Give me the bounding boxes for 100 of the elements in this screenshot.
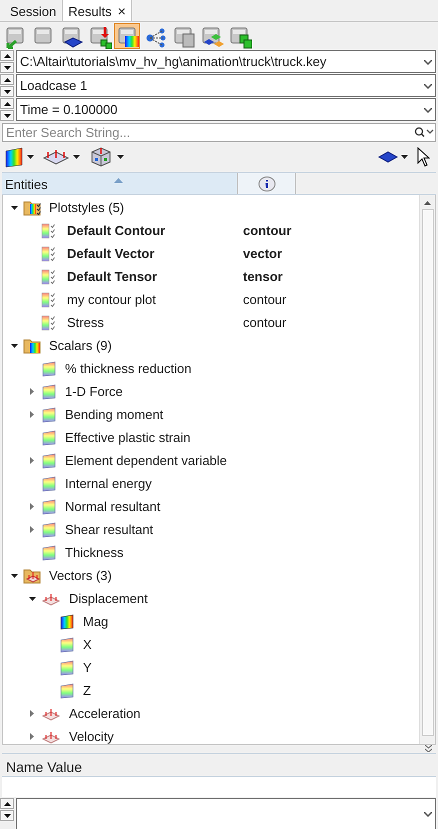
collapsed-icon[interactable] — [30, 411, 34, 418]
spin-down-button[interactable] — [0, 110, 14, 121]
scalar-icon — [41, 384, 57, 400]
expanded-icon[interactable] — [10, 206, 18, 210]
vector-icon — [41, 592, 61, 606]
tree-item[interactable]: Default Tensor tensor — [3, 265, 419, 288]
collapsed-icon[interactable] — [30, 710, 34, 717]
scroll-up-icon[interactable] — [424, 201, 431, 205]
collapsed-icon[interactable] — [30, 457, 34, 464]
layer-cube-icon — [60, 25, 84, 49]
contour-icon — [59, 614, 75, 630]
tree-item[interactable]: Acceleration — [3, 702, 419, 725]
spin-up-button[interactable] — [0, 798, 14, 809]
tree-item[interactable]: Element dependent variable — [3, 449, 419, 472]
scrollbar[interactable] — [419, 195, 435, 744]
spin-down-button[interactable] — [0, 86, 14, 97]
expanded-icon[interactable] — [10, 574, 18, 578]
tree-item[interactable]: Plotstyles (5) — [3, 196, 419, 219]
contour-cube-icon — [116, 25, 140, 49]
collapsed-icon[interactable] — [30, 388, 34, 395]
spin-up-button[interactable] — [0, 50, 14, 61]
tree-item[interactable]: Scalars (9) — [3, 334, 419, 357]
tree-item[interactable]: Mag — [3, 610, 419, 633]
spin-up-button[interactable] — [0, 98, 14, 109]
dropdown-caret-icon — [424, 84, 432, 89]
expanded-icon[interactable] — [28, 596, 36, 600]
expanded-icon[interactable] — [10, 344, 18, 348]
collapsed-icon[interactable] — [30, 733, 34, 740]
caret-icon — [117, 155, 124, 159]
up-arrow-icon — [4, 102, 10, 106]
tree-item[interactable]: % thickness reduction — [3, 357, 419, 380]
tab[interactable]: Session — [4, 0, 62, 21]
scalar-icon — [41, 498, 57, 514]
tree-item[interactable]: X — [3, 633, 419, 656]
spin-down-button[interactable] — [0, 810, 14, 821]
tree-item[interactable]: Default Contour contour — [3, 219, 419, 242]
tree-item[interactable]: Velocity — [3, 725, 419, 744]
collapsed-icon[interactable] — [30, 503, 34, 510]
scalar-icon — [41, 522, 57, 538]
layer-icon — [378, 150, 398, 164]
sort-icon — [114, 178, 123, 184]
up-arrow-icon — [4, 78, 10, 82]
tab[interactable]: Results × — [62, 0, 132, 21]
down-arrow-icon — [4, 90, 10, 94]
toolbar-dropdown[interactable] — [4, 146, 34, 168]
caret-icon — [401, 155, 408, 159]
dropdown[interactable]: C:\Altair\tutorials\mv_hv_hg\animation\truck\truck.key — [16, 50, 436, 73]
tree-item[interactable]: my contour plot contour — [3, 288, 419, 311]
pointer-button[interactable] — [416, 147, 430, 167]
collapse-icon[interactable] — [425, 745, 432, 752]
tree-item[interactable]: Effective plastic strain — [3, 426, 419, 449]
toolbar-dropdown[interactable] — [378, 150, 408, 164]
down-arrow-icon — [4, 814, 10, 818]
boxes-icon — [172, 25, 196, 49]
tree-item[interactable]: 1-D Force — [3, 380, 419, 403]
collapsed-icon[interactable] — [30, 526, 34, 533]
tree-item[interactable]: Default Vector vector — [3, 242, 419, 265]
vector-icon — [41, 730, 61, 744]
scalar-icon — [41, 544, 57, 560]
dropdown[interactable] — [16, 798, 436, 829]
dropdown-caret-icon — [424, 812, 432, 818]
tree-item[interactable]: Displacement — [3, 587, 419, 610]
tree-item[interactable]: Z — [3, 679, 419, 702]
dropdown[interactable]: Loadcase 1 — [16, 74, 436, 97]
spin-up-button[interactable] — [0, 74, 14, 85]
vector-icon — [41, 706, 61, 720]
folder-icon — [23, 337, 41, 354]
search-icon[interactable] — [414, 127, 434, 137]
contour-icon — [4, 146, 24, 168]
tree-item[interactable]: Vectors (3) — [3, 564, 419, 587]
search-field[interactable]: Enter Search String... — [2, 123, 436, 142]
tree-item[interactable]: Y — [3, 656, 419, 679]
caret-icon — [73, 155, 80, 159]
tree-item[interactable]: Stress contour — [3, 311, 419, 334]
add-cube-icon — [88, 25, 112, 49]
scalar-icon — [41, 452, 57, 468]
spin-down-button[interactable] — [0, 62, 14, 73]
scalar-icon — [41, 476, 57, 492]
folder-icon — [23, 199, 41, 216]
down-arrow-icon — [4, 114, 10, 118]
color-blocks-icon — [200, 25, 224, 49]
dropdown-caret-icon — [424, 60, 432, 65]
folder-icon — [23, 567, 41, 584]
close-icon[interactable]: × — [118, 3, 126, 19]
tree-item[interactable]: Internal energy — [3, 472, 419, 495]
component-icon — [59, 682, 75, 698]
tree-item[interactable]: Thickness — [3, 541, 419, 564]
dropdown[interactable]: Time = 0.100000 — [16, 98, 436, 121]
cursor-icon — [416, 147, 430, 167]
tree-item[interactable]: Bending moment — [3, 403, 419, 426]
component-icon — [59, 660, 75, 676]
component-icon — [59, 636, 75, 652]
up-arrow-icon — [4, 802, 10, 806]
down-arrow-icon — [4, 66, 10, 70]
info-icon — [258, 176, 276, 192]
tree-item[interactable]: Normal resultant — [3, 495, 419, 518]
tree-item[interactable]: Shear resultant — [3, 518, 419, 541]
dropdown-caret-icon — [424, 108, 432, 113]
caret-icon — [27, 155, 34, 159]
up-arrow-icon — [4, 54, 10, 58]
